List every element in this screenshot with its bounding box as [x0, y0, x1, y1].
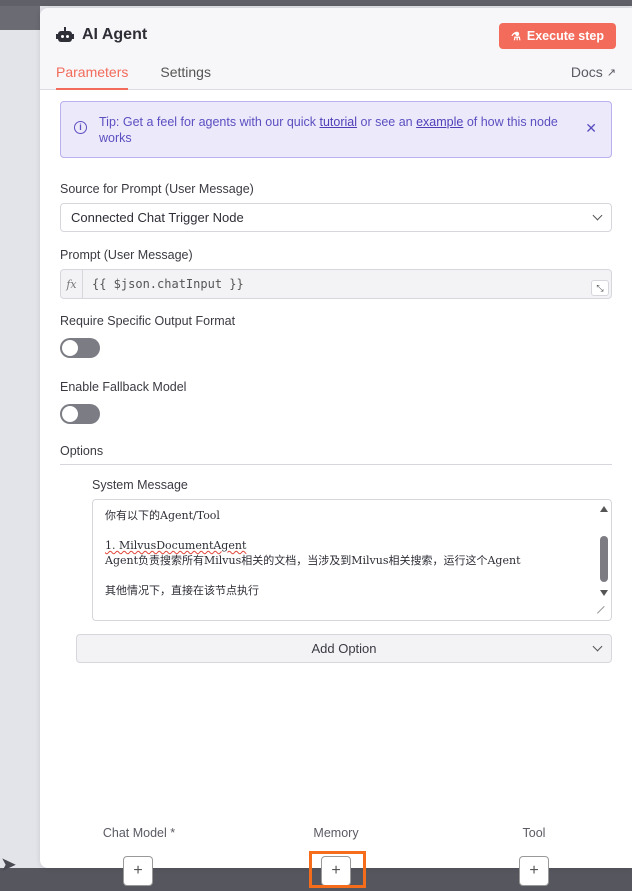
info-icon: i [74, 121, 87, 134]
system-message-line: 其他情况下，直接在该节点执行 [105, 584, 259, 597]
system-message-label: System Message [92, 478, 188, 492]
execute-step-button[interactable]: ⚗ Execute step [499, 23, 616, 49]
source-prompt-value: Connected Chat Trigger Node [71, 210, 244, 225]
memory-label: Memory [313, 826, 359, 840]
add-option-label: Add Option [311, 641, 377, 656]
canvas-left-bar [0, 6, 40, 30]
chevron-down-icon [592, 641, 603, 652]
fx-icon: fx [61, 270, 83, 298]
textarea-scrollbar[interactable] [599, 504, 609, 616]
example-link[interactable]: example [416, 115, 463, 129]
tip-callout: i Tip: Get a feel for agents with our qu… [60, 101, 612, 158]
execute-step-label: Execute step [526, 29, 604, 43]
memory-highlight-box [309, 851, 366, 888]
output-format-label: Require Specific Output Format [60, 314, 236, 328]
docs-link[interactable]: Docs ↗ [571, 64, 616, 80]
send-arrow-icon[interactable]: ➤ [0, 852, 17, 877]
title-row: AI Agent [56, 26, 147, 44]
system-message-line: Agent负责搜索所有Milvus相关的文档，当涉及到Milvus相关搜索，运行… [105, 554, 521, 567]
panel-header: AI Agent ⚗ Execute step Parameters Setti… [40, 8, 632, 90]
tool-label: Tool [522, 826, 546, 840]
system-message-line: 你有以下的Agent/Tool [105, 509, 220, 522]
tip-prefix: Tip: Get a feel for agents with our quic… [99, 115, 320, 129]
expand-icon[interactable]: ⤡ [591, 280, 609, 296]
scroll-up-icon[interactable] [600, 506, 608, 512]
prompt-expression-input[interactable]: fx {{ $json.chatInput }} ⤡ [60, 269, 612, 299]
node-panel: AI Agent ⚗ Execute step Parameters Setti… [40, 8, 632, 868]
tab-bar: Parameters Settings [56, 60, 243, 90]
canvas-top-bar [0, 0, 632, 6]
source-prompt-label: Source for Prompt (User Message) [60, 182, 254, 196]
system-message-line [105, 523, 587, 538]
tab-parameters[interactable]: Parameters [56, 60, 129, 90]
tab-settings[interactable]: Settings [160, 60, 211, 90]
external-link-icon: ↗ [606, 66, 616, 79]
system-message-line [105, 568, 587, 583]
robot-icon [56, 27, 74, 43]
add-chat-model-button[interactable]: + [123, 856, 153, 886]
system-message-textarea[interactable]: 你有以下的Agent/Tool 1. MilvusDocumentAgent A… [92, 499, 612, 621]
options-section-label: Options [60, 444, 612, 465]
prompt-label: Prompt (User Message) [60, 248, 193, 262]
fallback-model-label: Enable Fallback Model [60, 380, 187, 394]
flask-icon: ⚗ [511, 30, 521, 43]
output-format-toggle[interactable] [60, 338, 100, 358]
chevron-down-icon [592, 210, 603, 221]
tutorial-link[interactable]: tutorial [319, 115, 357, 129]
node-title[interactable]: AI Agent [82, 26, 147, 44]
add-tool-button[interactable]: + [519, 856, 549, 886]
add-option-button[interactable]: Add Option [76, 634, 612, 663]
source-prompt-select[interactable]: Connected Chat Trigger Node [60, 203, 612, 232]
scroll-thumb[interactable] [600, 536, 608, 582]
close-icon[interactable]: ✕ [585, 120, 597, 136]
fallback-model-toggle[interactable] [60, 404, 100, 424]
system-message-line: 1. MilvusDocumentAgent [105, 539, 247, 552]
scroll-down-icon[interactable] [600, 590, 608, 596]
docs-label: Docs [570, 64, 603, 80]
prompt-expression-value: {{ $json.chatInput }} [92, 277, 244, 291]
tip-middle: or see an [357, 115, 417, 129]
chat-model-label: Chat Model * [102, 826, 176, 840]
